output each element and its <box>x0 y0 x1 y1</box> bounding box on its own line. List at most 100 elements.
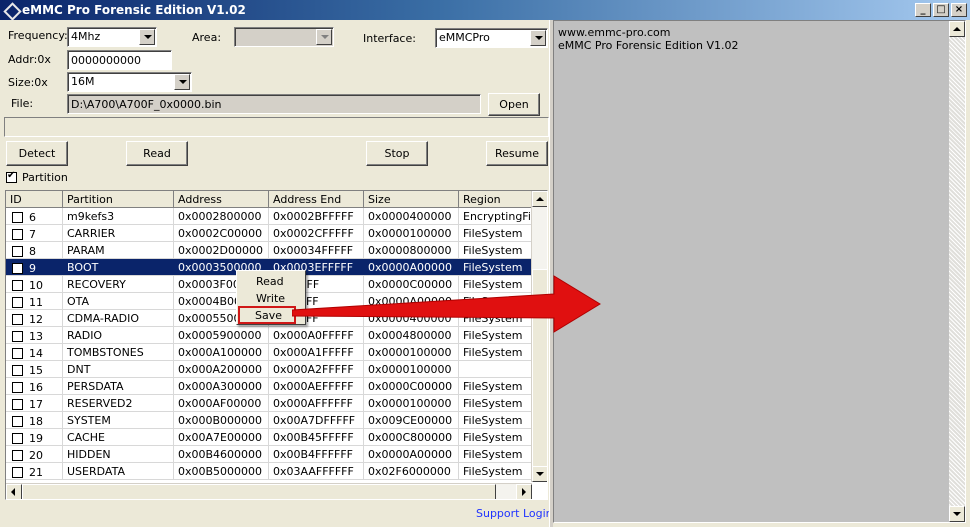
cell-partition: PERSDATA <box>63 378 174 394</box>
open-button[interactable]: Open <box>488 93 540 116</box>
annotation-arrow-icon <box>292 275 601 333</box>
cell-partition: CDMA-RADIO <box>63 310 174 326</box>
frequency-select[interactable]: 4Mhz <box>67 27 157 47</box>
column-header-address[interactable]: Address <box>174 191 269 208</box>
table-row[interactable]: 14 TOMBSTONES 0x000A100000 0x000A1FFFFF 0x00… <box>6 344 532 361</box>
partition-checkbox-row[interactable]: Partition <box>6 170 68 184</box>
cell-size: 0x000C800000 <box>364 429 459 445</box>
cell-partition: CACHE <box>63 429 174 445</box>
column-header-partition[interactable]: Partition <box>63 191 174 208</box>
table-horizontal-scrollbar[interactable] <box>6 483 532 499</box>
partition-checkbox-label: Partition <box>22 171 68 184</box>
context-menu-save[interactable]: Save <box>238 306 296 324</box>
partition-checkbox[interactable] <box>6 170 17 183</box>
read-button[interactable]: Read <box>126 141 188 166</box>
cell-region: FileSystem <box>459 344 532 360</box>
chevron-down-icon[interactable] <box>139 29 155 45</box>
minimize-button[interactable]: _ <box>915 3 931 17</box>
cell-size: 0x0000100000 <box>364 361 459 377</box>
cell-address: 0x00B4600000 <box>174 446 269 462</box>
cell-partition: PARAM <box>63 242 174 258</box>
scroll-right-button[interactable] <box>516 484 532 499</box>
row-checkbox[interactable] <box>12 262 23 274</box>
log-vertical-scrollbar[interactable] <box>949 21 965 522</box>
row-checkbox[interactable] <box>12 398 23 410</box>
row-id: 12 <box>29 312 43 326</box>
table-row[interactable]: 17 RESERVED2 0x000AF00000 0x000AFFFFFF 0x000… <box>6 395 532 412</box>
cell-partition: SYSTEM <box>63 412 174 428</box>
cell-address-end: 0x03AAFFFFFF <box>269 463 364 479</box>
resume-button[interactable]: Resume <box>486 141 548 166</box>
row-checkbox[interactable] <box>12 347 23 359</box>
row-checkbox[interactable] <box>12 245 23 257</box>
stop-button[interactable]: Stop <box>366 141 428 166</box>
cell-id: 10 <box>6 276 63 292</box>
table-row[interactable]: 18 SYSTEM 0x000B000000 0x00A7DFFFFF 0x009CE0… <box>6 412 532 429</box>
column-header-region[interactable]: Region <box>459 191 532 208</box>
maximize-button[interactable]: □ <box>933 3 949 17</box>
table-row[interactable]: 6 m9kefs3 0x0002800000 0x0002BFFFFF 0x000040… <box>6 208 532 225</box>
row-checkbox[interactable] <box>12 381 23 393</box>
interface-select[interactable]: eMMCPro <box>435 28 548 48</box>
table-vertical-scrollbar[interactable] <box>531 191 547 482</box>
row-checkbox[interactable] <box>12 415 23 427</box>
scroll-up-button[interactable] <box>949 21 965 37</box>
scroll-left-button[interactable] <box>6 484 22 499</box>
progress-bar <box>4 117 549 137</box>
column-header-size[interactable]: Size <box>364 191 459 208</box>
scroll-down-button[interactable] <box>532 466 547 482</box>
row-checkbox[interactable] <box>12 449 23 461</box>
table-row[interactable]: 7 CARRIER 0x0002C00000 0x0002CFFFFF 0x000010… <box>6 225 532 242</box>
table-row[interactable]: 15 DNT 0x000A200000 0x000A2FFFFF 0x000010000… <box>6 361 532 378</box>
cell-size: 0x0000C00000 <box>364 378 459 394</box>
size-select[interactable]: 16M <box>67 72 192 92</box>
chevron-down-icon[interactable] <box>174 74 190 90</box>
horizontal-scroll-thumb[interactable] <box>22 484 496 499</box>
file-path-field[interactable]: D:\A700\A700F_0x0000.bin <box>67 94 481 114</box>
cell-address: 0x0002D00000 <box>174 242 269 258</box>
row-checkbox[interactable] <box>12 296 23 308</box>
support-login-link[interactable]: Support Login <box>476 507 553 520</box>
window-title: eMMC Pro Forensic Edition V1.02 <box>22 3 246 17</box>
scroll-up-button[interactable] <box>532 191 547 207</box>
title-bar[interactable]: eMMC Pro Forensic Edition V1.02 _ □ × <box>0 0 970 20</box>
log-panel[interactable]: www.emmc-pro.com eMMC Pro Forensic Editi… <box>553 20 966 523</box>
cell-address: 0x000A200000 <box>174 361 269 377</box>
cell-size: 0x0000400000 <box>364 208 459 224</box>
cell-address-end: 0x00034FFFFF <box>269 242 364 258</box>
table-row[interactable]: 20 HIDDEN 0x00B4600000 0x00B4FFFFFF 0x0000A0… <box>6 446 532 463</box>
column-header-address-end[interactable]: Address End <box>269 191 364 208</box>
table-row[interactable]: 21 USERDATA 0x00B5000000 0x03AAFFFFFF 0x02F6… <box>6 463 532 480</box>
cell-address-end: 0x00B45FFFFF <box>269 429 364 445</box>
column-header-id[interactable]: ID <box>6 191 63 208</box>
cell-address-end: 0x0002CFFFFF <box>269 225 364 241</box>
cell-partition: BOOT <box>63 259 174 275</box>
table-row[interactable]: 16 PERSDATA 0x000A300000 0x000AEFFFFF 0x0000… <box>6 378 532 395</box>
cell-address-end: 0x000AEFFFFF <box>269 378 364 394</box>
close-button[interactable]: × <box>951 3 967 17</box>
chevron-down-icon[interactable] <box>316 29 332 45</box>
row-checkbox[interactable] <box>12 432 23 444</box>
row-checkbox[interactable] <box>12 211 23 223</box>
log-text: www.emmc-pro.com eMMC Pro Forensic Editi… <box>558 26 738 52</box>
row-checkbox[interactable] <box>12 364 23 376</box>
scroll-down-button[interactable] <box>949 506 965 522</box>
area-select[interactable] <box>234 27 334 47</box>
row-checkbox[interactable] <box>12 279 23 291</box>
cell-region: FileSystem <box>459 242 532 258</box>
table-row[interactable]: 8 PARAM 0x0002D00000 0x00034FFFFF 0x00008000… <box>6 242 532 259</box>
cell-region: FileSystem <box>459 259 532 275</box>
cell-address: 0x0002C00000 <box>174 225 269 241</box>
row-checkbox[interactable] <box>12 228 23 240</box>
cell-id: 13 <box>6 327 63 343</box>
cell-region <box>459 361 532 377</box>
cell-address-end: 0x000A2FFFFF <box>269 361 364 377</box>
addr-input[interactable]: 0000000000 <box>67 50 172 70</box>
row-checkbox[interactable] <box>12 466 23 478</box>
row-checkbox[interactable] <box>12 313 23 325</box>
table-row[interactable]: 19 CACHE 0x00A7E00000 0x00B45FFFFF 0x000C800… <box>6 429 532 446</box>
detect-button[interactable]: Detect <box>6 141 68 166</box>
chevron-down-icon[interactable] <box>530 30 546 46</box>
partition-table[interactable]: ID Partition Address Address End Size Re… <box>5 190 548 500</box>
row-checkbox[interactable] <box>12 330 23 342</box>
